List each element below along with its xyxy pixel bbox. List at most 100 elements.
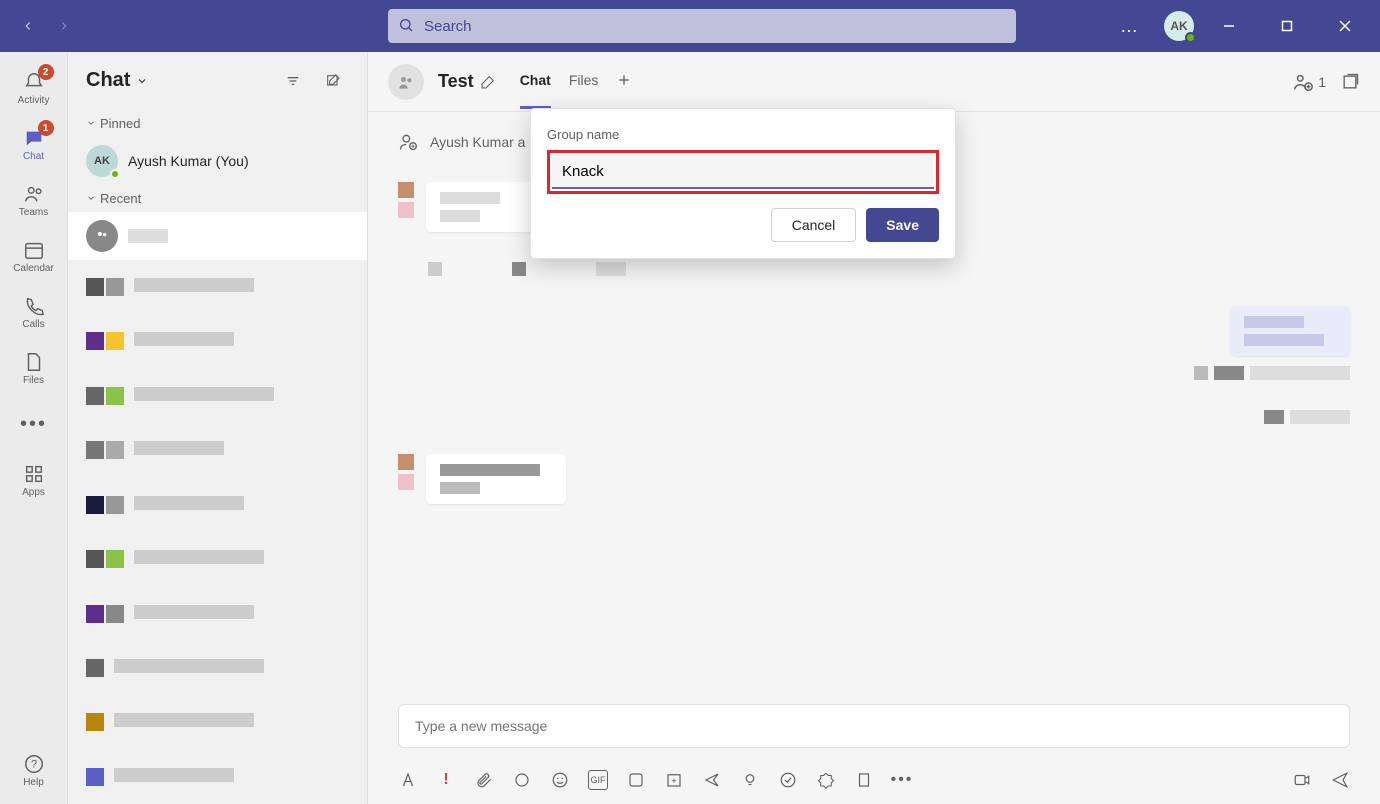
participant-count: 1 [1318, 74, 1326, 90]
chevron-down-icon [136, 75, 148, 87]
more-apps-button[interactable]: ••• [892, 770, 912, 790]
sticker-button[interactable] [626, 770, 646, 790]
rail-help[interactable]: ? Help [0, 748, 68, 804]
loop-button[interactable] [512, 770, 532, 790]
send-outline-icon [703, 771, 721, 789]
avatar [398, 202, 414, 218]
compose-input[interactable] [398, 704, 1350, 748]
back-button[interactable] [12, 10, 44, 42]
maximize-icon [1281, 20, 1293, 32]
list-item[interactable] [76, 264, 359, 310]
new-chat-button[interactable] [317, 65, 349, 97]
attach-button[interactable] [474, 770, 494, 790]
app-rail: Activity 2 Chat 1 Teams Calendar [0, 52, 68, 804]
approval-button[interactable] [740, 770, 760, 790]
minimize-button[interactable] [1206, 3, 1252, 49]
paperclip-icon [475, 771, 493, 789]
emoji-button[interactable] [550, 770, 570, 790]
add-user-text: Ayush Kumar a [430, 134, 525, 150]
clipboard-icon [855, 771, 873, 789]
redacted-row [428, 262, 1320, 276]
rail-chat[interactable]: Chat 1 [0, 116, 68, 172]
badge-icon [817, 771, 835, 789]
rail-more[interactable]: ••• [0, 396, 68, 452]
compose-icon [325, 73, 341, 89]
more-options-button[interactable]: … [1106, 3, 1152, 49]
send-button[interactable] [1330, 770, 1350, 790]
actions-button[interactable] [854, 770, 874, 790]
rail-label: Activity [18, 95, 50, 106]
rail-apps[interactable]: Apps [0, 452, 68, 508]
gif-button[interactable]: GIF [588, 770, 608, 790]
send-icon [1330, 771, 1350, 789]
rail-teams[interactable]: Teams [0, 172, 68, 228]
nav-arrows [12, 10, 80, 42]
praise-button[interactable] [816, 770, 836, 790]
compose-area [368, 692, 1380, 760]
save-button[interactable]: Save [866, 208, 939, 242]
user-avatar[interactable]: AK [1164, 11, 1194, 41]
svg-text:?: ? [30, 758, 36, 770]
chat-title-text: Test [438, 71, 474, 92]
popout-icon[interactable] [1340, 72, 1360, 92]
filter-icon [285, 73, 301, 89]
close-button[interactable] [1322, 3, 1368, 49]
maximize-button[interactable] [1264, 3, 1310, 49]
viva-button[interactable] [778, 770, 798, 790]
chat-item-self[interactable]: AK Ayush Kumar (You) [68, 137, 367, 185]
group-name-input[interactable] [552, 155, 934, 189]
avatar [398, 182, 414, 198]
rail-files[interactable]: Files [0, 340, 68, 396]
chat-list-panel: Chat Pinned AK Ayush Kumar (You) [68, 52, 368, 804]
ellipsis-icon: … [1120, 16, 1138, 37]
rail-calendar[interactable]: Calendar [0, 228, 68, 284]
stream-button[interactable] [702, 770, 722, 790]
video-clip-button[interactable] [1292, 770, 1312, 790]
chat-group-avatar[interactable] [388, 64, 424, 100]
edit-icon[interactable] [480, 74, 496, 90]
forward-button[interactable] [48, 10, 80, 42]
message-bubble[interactable] [1230, 306, 1350, 356]
schedule-button[interactable] [664, 770, 684, 790]
add-tab-button[interactable] [616, 54, 632, 109]
list-item[interactable] [76, 318, 359, 364]
list-item[interactable] [76, 427, 359, 473]
tab-chat[interactable]: Chat [520, 54, 551, 109]
rail-calls[interactable]: Calls [0, 284, 68, 340]
message-bubble[interactable] [426, 454, 566, 504]
priority-button[interactable]: ! [436, 770, 456, 790]
rail-label: Calls [22, 319, 44, 330]
minimize-icon [1223, 20, 1235, 32]
badge: 2 [38, 64, 54, 80]
people-icon [396, 72, 416, 92]
chat-item-selected[interactable] [68, 212, 367, 260]
calendar-plus-icon [665, 771, 683, 789]
tab-files[interactable]: Files [569, 54, 599, 109]
chevron-down-icon [86, 118, 96, 128]
rail-activity[interactable]: Activity 2 [0, 60, 68, 116]
list-item[interactable] [76, 536, 359, 582]
plus-icon [616, 72, 632, 88]
list-item[interactable] [76, 481, 359, 527]
phone-icon [23, 295, 45, 317]
section-recent[interactable]: Recent [68, 185, 367, 212]
list-item[interactable] [76, 754, 359, 800]
chat-list-header: Chat [68, 52, 367, 110]
cancel-button[interactable]: Cancel [771, 208, 857, 242]
filter-button[interactable] [277, 65, 309, 97]
list-item[interactable] [76, 373, 359, 419]
participants-button[interactable]: 1 [1292, 71, 1326, 93]
badge: 1 [38, 120, 54, 136]
message-row-self [398, 306, 1350, 356]
emoji-icon [551, 771, 569, 789]
rail-label: Teams [19, 207, 48, 218]
chat-list-title[interactable]: Chat [86, 69, 148, 92]
section-pinned[interactable]: Pinned [68, 110, 367, 137]
loop-icon [513, 771, 531, 789]
list-item[interactable] [76, 699, 359, 745]
list-item[interactable] [76, 645, 359, 691]
search-input[interactable] [388, 9, 1016, 43]
search-wrap [388, 9, 1016, 43]
list-item[interactable] [76, 590, 359, 636]
format-button[interactable] [398, 770, 418, 790]
